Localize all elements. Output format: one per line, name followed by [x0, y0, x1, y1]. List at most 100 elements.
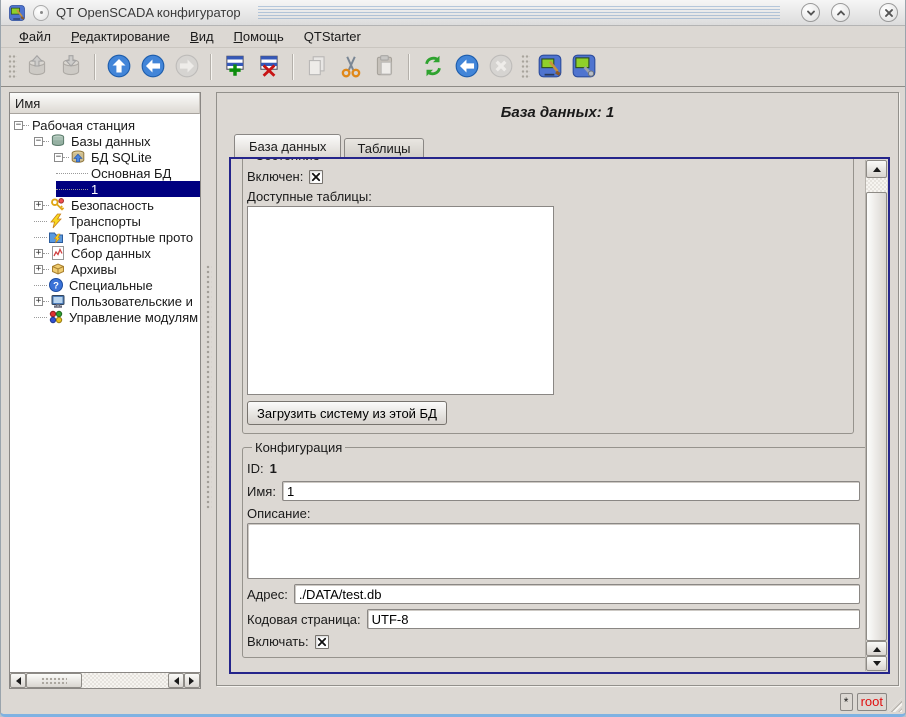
qtstarter-configurator-button[interactable]	[533, 51, 567, 83]
collapse-toggle[interactable]: −	[54, 153, 63, 162]
maximize-button[interactable]	[831, 3, 850, 22]
titlebar-decoration	[258, 6, 780, 19]
scroll-down-button[interactable]	[866, 656, 887, 671]
menu-view[interactable]: Вид	[180, 26, 224, 47]
db-save-icon	[58, 53, 84, 82]
menu-edit[interactable]: Редактирование	[61, 26, 180, 47]
minimize-button[interactable]	[801, 3, 820, 22]
scrollbar-thumb[interactable]	[866, 192, 887, 641]
copy-icon	[304, 53, 330, 82]
config-vertical-scrollbar[interactable]	[865, 160, 887, 671]
scrollbar-track[interactable]	[82, 673, 168, 688]
expand-toggle[interactable]: +	[34, 297, 43, 306]
tables-label: Доступные таблицы:	[247, 189, 372, 204]
tree-item-label: Рабочая станция	[29, 118, 138, 133]
qtstarter-vision-button[interactable]	[567, 51, 601, 83]
tree-item-daq[interactable]: +Сбор данных	[10, 245, 200, 261]
start-update-button[interactable]	[450, 51, 484, 83]
tree-item-db-1[interactable]: 1	[10, 181, 200, 197]
enable-checkbox[interactable]	[315, 635, 329, 649]
splitter-handle[interactable]	[203, 92, 214, 689]
tree-item-special[interactable]: ? Специальные	[10, 277, 200, 293]
page-title: База данных: 1	[217, 93, 898, 121]
codepage-input[interactable]	[367, 609, 860, 629]
refresh-icon	[420, 53, 446, 82]
tables-listbox[interactable]	[247, 206, 554, 395]
config-group-title: Конфигурация	[252, 440, 345, 455]
tree-item-db-sqlite[interactable]: −БД SQLite	[10, 149, 200, 165]
tree-column-header[interactable]: Имя	[10, 93, 200, 114]
tree-item-security[interactable]: +Безопасность	[10, 197, 200, 213]
menu-help[interactable]: Помощь	[224, 26, 294, 47]
tree-item-body: 1	[56, 181, 200, 197]
scroll-up-button[interactable]	[866, 160, 887, 178]
nav-forward-icon	[174, 53, 200, 82]
expand-toggle[interactable]: +	[34, 265, 43, 274]
scrollbar-track[interactable]	[866, 178, 887, 192]
scroll-right-button[interactable]	[184, 673, 200, 688]
tree-item-archives[interactable]: +Архивы	[10, 261, 200, 277]
enable-label: Включать:	[247, 634, 309, 649]
modified-indicator: *	[840, 693, 853, 711]
tree-item-label: Специальные	[66, 278, 156, 293]
load-system-button[interactable]: Загрузить систему из этой БД	[247, 401, 447, 425]
expand-toggle[interactable]: +	[34, 249, 43, 258]
toolbar-drag-handle[interactable]	[8, 54, 17, 80]
tree-item-databases[interactable]: − Базы данных	[10, 133, 200, 149]
paste-item-button	[368, 51, 402, 83]
copy-item-button	[300, 51, 334, 83]
menu-file[interactable]: Файл	[9, 26, 61, 47]
expand-toggle[interactable]: +	[34, 201, 43, 210]
enabled-checkbox[interactable]	[309, 170, 323, 184]
tree-item-body: Основная БД	[56, 165, 200, 181]
tree-item-label: Базы данных	[68, 134, 154, 149]
close-button[interactable]	[879, 3, 898, 22]
current-user-badge[interactable]: root	[857, 693, 887, 711]
nav-forward-button	[170, 51, 204, 83]
tree-item-protocols[interactable]: Транспортные прото	[10, 229, 200, 245]
address-label: Адрес:	[247, 587, 288, 602]
tree-item-body: Управление модулям	[34, 309, 200, 325]
collapse-toggle[interactable]: −	[14, 121, 23, 130]
menu-qtstarter[interactable]: QTStarter	[294, 26, 371, 47]
tree-horizontal-scrollbar[interactable]	[10, 672, 200, 688]
collapse-toggle[interactable]: −	[34, 137, 43, 146]
tab-tables[interactable]: Таблицы	[344, 138, 423, 157]
tree-connector-line	[34, 237, 47, 238]
scroll-left-button[interactable]	[10, 673, 26, 688]
tree-item-modules[interactable]: Управление модулям	[10, 309, 200, 325]
tree-connector-line	[34, 317, 47, 318]
security-icon	[50, 197, 66, 213]
toolbar-drag-handle[interactable]	[521, 54, 530, 80]
tree-item-workstation[interactable]: −Рабочая станция	[10, 117, 200, 133]
toolbar-separator	[210, 54, 212, 80]
delete-item-button[interactable]	[252, 51, 286, 83]
tree-item-label: Пользовательские и	[68, 294, 196, 309]
tab-database[interactable]: База данных	[234, 134, 341, 157]
sticky-button[interactable]	[33, 5, 49, 21]
name-input[interactable]	[282, 481, 860, 501]
tree-item-transports[interactable]: Транспорты	[10, 213, 200, 229]
svg-text:?: ?	[53, 280, 59, 291]
tree-item-label: Управление модулям	[66, 310, 200, 325]
tree-item-body: ? Специальные	[34, 277, 200, 293]
address-input[interactable]	[294, 584, 860, 604]
description-textarea[interactable]	[247, 523, 860, 579]
refresh-button[interactable]	[416, 51, 450, 83]
ui-icon	[50, 293, 66, 309]
scrollbar-thumb[interactable]	[26, 673, 82, 688]
paste-icon	[372, 53, 398, 82]
tree-item-user-ifaces[interactable]: + Пользовательские и	[10, 293, 200, 309]
resize-grip[interactable]	[888, 698, 902, 712]
titlebar[interactable]: QT OpenSCADA конфигуратор	[1, 0, 905, 26]
cut-item-button[interactable]	[334, 51, 368, 83]
scroll-left-button-2[interactable]	[168, 673, 184, 688]
toolbar-separator	[94, 54, 96, 80]
tree-item-main-db[interactable]: Основная БД	[10, 165, 200, 181]
nav-back-button[interactable]	[136, 51, 170, 83]
add-item-button[interactable]	[218, 51, 252, 83]
nav-up-button[interactable]	[102, 51, 136, 83]
nav-up-icon	[106, 53, 132, 82]
sqlite-icon	[70, 149, 86, 165]
scroll-up-button-2[interactable]	[866, 641, 887, 656]
